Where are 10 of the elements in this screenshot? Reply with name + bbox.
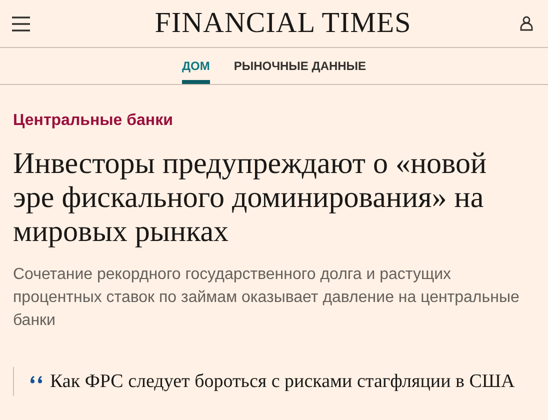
site-logo[interactable]: FINANCIAL TIMES	[154, 2, 412, 46]
user-icon	[520, 16, 534, 31]
related-article-link[interactable]: Как ФРС следует бороться с рисками стагфляции в США	[30, 369, 535, 394]
quote-icon	[30, 375, 45, 385]
nav-tab[interactable]: ДОМ	[182, 48, 210, 84]
standfirst: Сочетание рекордного государственного долга и растущих процентных ставок по займам оказывает давление на центральные банки	[13, 265, 520, 331]
headline: Инвесторы предупреждают о «новой эре фискального доминирования» на мировых рынках	[13, 147, 488, 249]
nav-tab[interactable]: РЫНОЧНЫЕ ДАННЫЕ	[234, 48, 366, 84]
topic-link[interactable]: Центральные банки	[13, 111, 535, 131]
menu-icon	[11, 16, 31, 32]
